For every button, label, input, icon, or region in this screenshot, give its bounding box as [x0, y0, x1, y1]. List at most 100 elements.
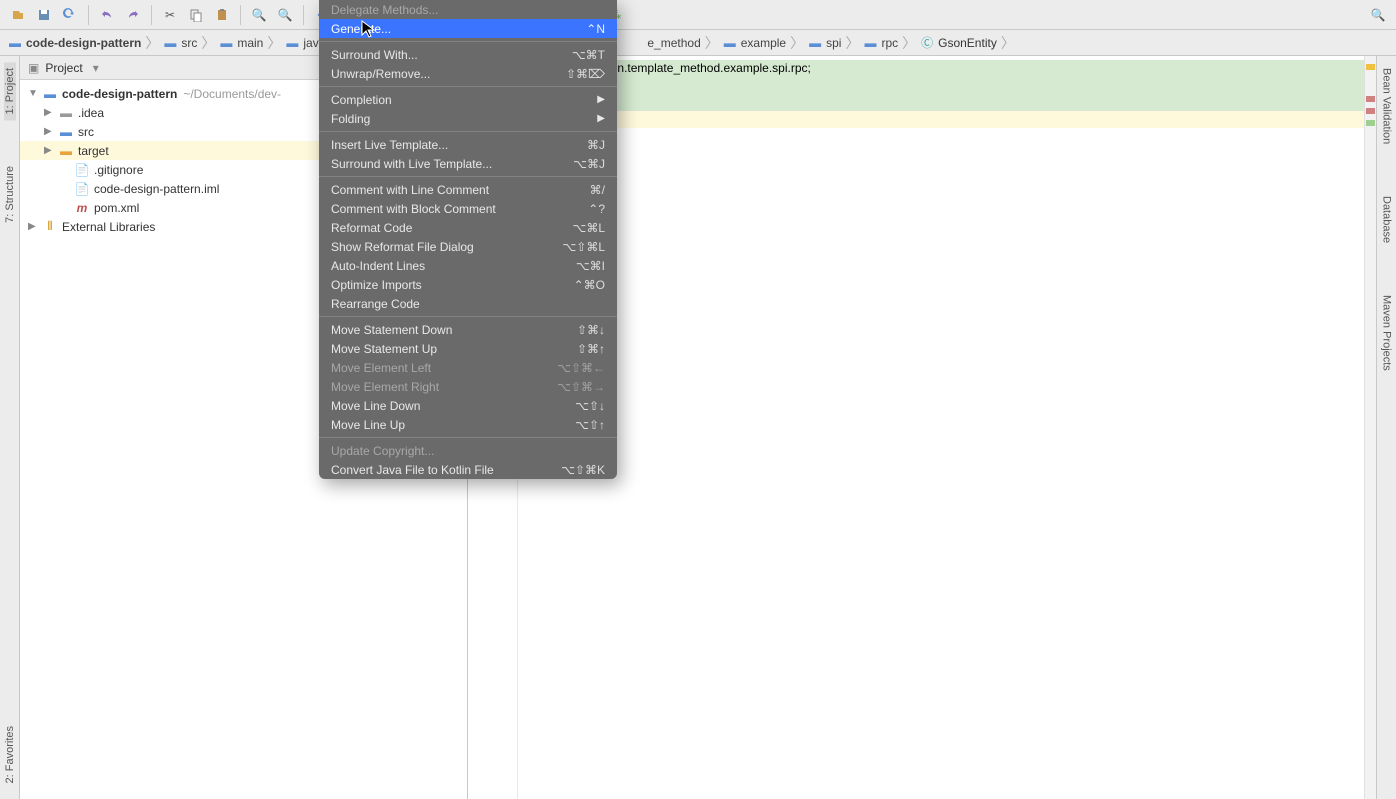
menu-item-label: Delegate Methods...: [331, 3, 438, 17]
menu-item[interactable]: Generate... ⌃N: [319, 19, 617, 38]
menu-item: Move Element Left⌥⇧⌘←: [319, 358, 617, 377]
menu-shortcut: ⌥⇧⌘←: [557, 361, 605, 375]
menu-item[interactable]: Move Statement Up ⇧⌘↑: [319, 339, 617, 358]
menu-separator: [319, 437, 617, 438]
zoom-out-icon[interactable]: 🔍: [273, 3, 297, 27]
dropdown-icon[interactable]: ▾: [93, 61, 99, 75]
menu-item[interactable]: Completion▶: [319, 90, 617, 109]
open-icon[interactable]: [6, 3, 30, 27]
menu-item-label: Move Statement Down: [331, 323, 452, 337]
code-menu-dropdown: Delegate Methods... Generate... ⌃N Surround…: [319, 0, 617, 479]
menu-item-label: Generate...: [331, 22, 391, 36]
breadcrumb-item[interactable]: ▬example: [721, 36, 788, 50]
breadcrumb-item[interactable]: ▬rpc: [861, 36, 900, 50]
error-marker[interactable]: [1366, 108, 1375, 114]
info-marker[interactable]: [1366, 120, 1375, 126]
menu-item: Update Copyright...: [319, 441, 617, 460]
paste-icon[interactable]: [210, 3, 234, 27]
tab-structure[interactable]: 7: Structure: [4, 160, 16, 229]
breadcrumb-item[interactable]: ⒸGsonEntity: [918, 36, 999, 50]
menu-shortcut: ⌘/: [590, 183, 605, 197]
menu-shortcut: ⇧⌘↓: [577, 323, 605, 337]
breadcrumb-item[interactable]: ▬spi: [806, 36, 843, 50]
menu-shortcut: ⌘J: [587, 138, 605, 152]
menu-shortcut: ⌥⇧↓: [575, 399, 605, 413]
menu-shortcut: ⌥⌘L: [572, 221, 605, 235]
menu-item-label: Comment with Block Comment: [331, 202, 496, 216]
tab-bean-validation[interactable]: Bean Validation: [1381, 62, 1393, 150]
menu-shortcut: ⌥⇧⌘L: [562, 240, 605, 254]
tab-favorites[interactable]: 2: Favorites: [4, 720, 16, 789]
menu-item[interactable]: Convert Java File to Kotlin File⌥⇧⌘K: [319, 460, 617, 479]
menu-item-label: Surround With...: [331, 48, 418, 62]
tab-database[interactable]: Database: [1381, 190, 1393, 249]
zoom-in-icon[interactable]: 🔍: [247, 3, 271, 27]
menu-item-label: Folding: [331, 112, 370, 126]
menu-shortcut: ⇧⌘↑: [577, 342, 605, 356]
separator: [88, 5, 89, 25]
menu-item-label: Move Element Right: [331, 380, 439, 394]
tab-maven[interactable]: Maven Projects: [1381, 289, 1393, 377]
main-toolbar: ✂ 🔍 🔍 ↶ ⚙ ? ⁂ 🔍: [0, 0, 1396, 30]
menu-item[interactable]: Insert Live Template...⌘J: [319, 135, 617, 154]
save-icon[interactable]: [32, 3, 56, 27]
menu-item-label: Update Copyright...: [331, 444, 434, 458]
menu-item[interactable]: Surround with Live Template... ⌥⌘J: [319, 154, 617, 173]
menu-item[interactable]: Unwrap/Remove... ⇧⌘⌦: [319, 64, 617, 83]
copy-icon[interactable]: [184, 3, 208, 27]
panel-title: Project: [45, 61, 82, 75]
menu-separator: [319, 176, 617, 177]
menu-item-label: Surround with Live Template...: [331, 157, 492, 171]
menu-item[interactable]: Move Statement Down ⇧⌘↓: [319, 320, 617, 339]
menu-item-label: Unwrap/Remove...: [331, 67, 430, 81]
menu-item[interactable]: Comment with Line Comment⌘/: [319, 180, 617, 199]
menu-item[interactable]: Auto-Indent Lines⌥⌘I: [319, 256, 617, 275]
menu-shortcut: ⌥⌘J: [573, 157, 605, 171]
menu-item-label: Rearrange Code: [331, 297, 420, 311]
search-icon[interactable]: 🔍: [1366, 3, 1390, 27]
tab-project[interactable]: 1: Project: [4, 62, 16, 120]
breadcrumb-bar: ▬code-design-pattern〉 ▬src〉 ▬main〉 ▬java…: [0, 30, 1396, 56]
breadcrumb-item[interactable]: ▬src: [161, 36, 199, 50]
submenu-arrow-icon: ▶: [597, 113, 605, 124]
left-tool-strip: 1: Project 7: Structure 2: Favorites: [0, 56, 20, 799]
menu-item-label: Convert Java File to Kotlin File: [331, 463, 494, 477]
menu-item[interactable]: Optimize Imports⌃⌘O: [319, 275, 617, 294]
breadcrumb-item[interactable]: ▬code-design-pattern: [6, 36, 143, 50]
submenu-arrow-icon: ▶: [597, 94, 605, 105]
separator: [240, 5, 241, 25]
separator: [151, 5, 152, 25]
menu-shortcut: ⇧⌘⌦: [566, 67, 605, 81]
menu-item: Delegate Methods...: [319, 0, 617, 19]
breadcrumb-item[interactable]: ▬main: [217, 36, 265, 50]
menu-item-label: Reformat Code: [331, 221, 412, 235]
menu-item-label: Move Statement Up: [331, 342, 437, 356]
menu-item[interactable]: Reformat Code ⌥⌘L: [319, 218, 617, 237]
warning-marker[interactable]: [1366, 64, 1375, 70]
collapse-icon[interactable]: ▣: [28, 61, 39, 75]
redo-icon[interactable]: [121, 3, 145, 27]
menu-item[interactable]: Surround With... ⌥⌘T: [319, 45, 617, 64]
menu-item-label: Show Reformat File Dialog: [331, 240, 474, 254]
menu-item[interactable]: Folding ▶: [319, 109, 617, 128]
menu-item[interactable]: Rearrange Code: [319, 294, 617, 313]
breadcrumb-item[interactable]: e_method: [645, 36, 702, 50]
menu-item-label: Move Line Up: [331, 418, 405, 432]
cut-icon[interactable]: ✂: [158, 3, 182, 27]
menu-item-label: Optimize Imports: [331, 278, 422, 292]
error-marker[interactable]: [1366, 96, 1375, 102]
sync-icon[interactable]: [58, 3, 82, 27]
undo-icon[interactable]: [95, 3, 119, 27]
menu-shortcut: ⌃N: [586, 22, 605, 36]
menu-item[interactable]: Move Line Up⌥⇧↑: [319, 415, 617, 434]
menu-item: Move Element Right⌥⇧⌘→: [319, 377, 617, 396]
menu-item[interactable]: Show Reformat File Dialog ⌥⇧⌘L: [319, 237, 617, 256]
marker-strip: [1364, 56, 1376, 799]
menu-item[interactable]: Move Line Down⌥⇧↓: [319, 396, 617, 415]
menu-item[interactable]: Comment with Block Comment ⌃?: [319, 199, 617, 218]
menu-shortcut: ⌃?: [588, 202, 605, 216]
menu-separator: [319, 41, 617, 42]
code-area[interactable]: .lianggzone.design.template_method.examp…: [518, 56, 1364, 799]
menu-shortcut: ⌥⌘T: [572, 48, 605, 62]
menu-shortcut: ⌥⌘I: [576, 259, 605, 273]
